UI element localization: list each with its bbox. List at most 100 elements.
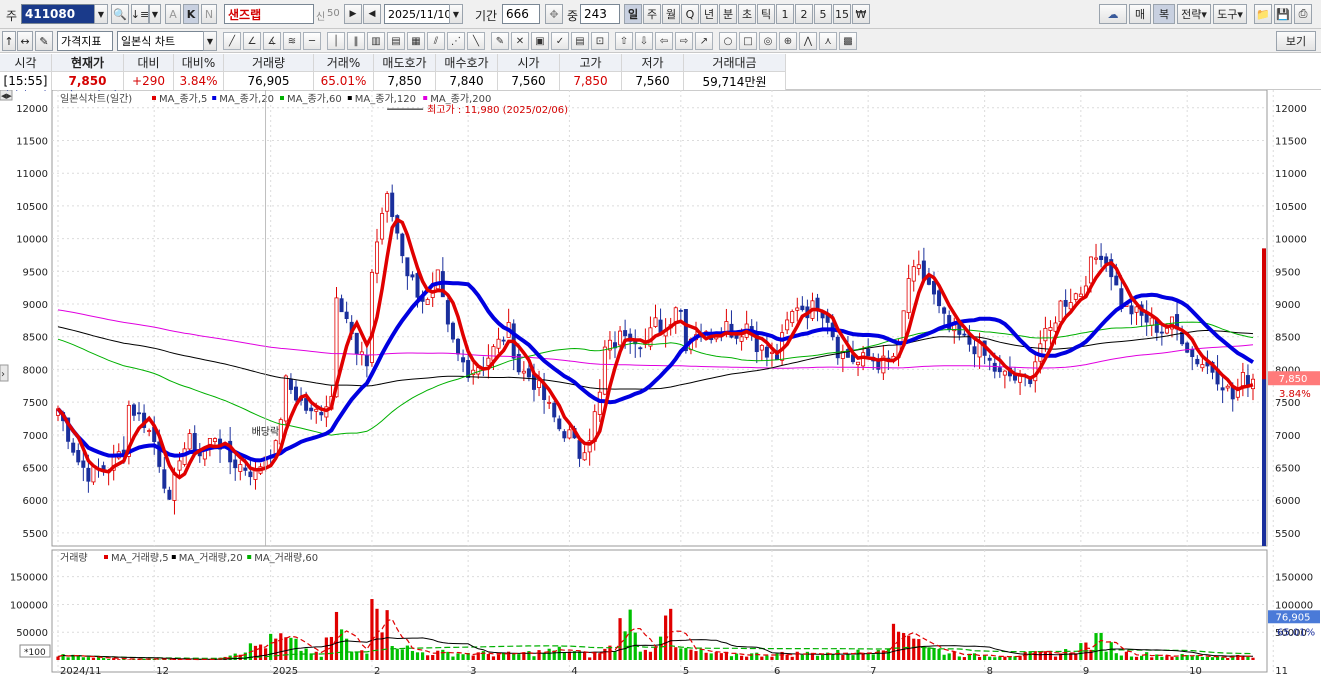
period-tab-10[interactable]: 5 [814,4,832,24]
toolbar-right-button-2[interactable]: 전략▾ [1177,4,1211,24]
candle-body [456,338,461,355]
draw-tool-icon-13[interactable]: ✎ [491,32,509,50]
period-tab-2[interactable]: 월 [662,4,680,24]
prev-button[interactable]: ◀ [363,4,381,24]
indicator-select[interactable]: 가격지표 [57,31,113,51]
draw-tool-icon-1[interactable]: ∠ [243,32,261,50]
period-tab-5[interactable]: 분 [719,4,737,24]
draw-tool-icon-7[interactable]: ▥ [367,32,385,50]
draw-tool-icon-21[interactable]: ⇦ [655,32,673,50]
volume-bar [694,651,698,660]
draw-tool-icon-30[interactable]: ▩ [839,32,857,50]
chart-type-select[interactable]: 일본식 차트 [117,31,205,51]
quote-value-1: 7,850 [52,72,124,90]
draw-tool-icon-24[interactable]: ○ [719,32,737,50]
volume-tick-right: 150000 [1275,573,1313,584]
horizontal-arrow-icon[interactable]: ↔ [17,31,33,51]
sort-dropdown-button[interactable]: ▼ [149,4,161,24]
draw-tool-icon-9[interactable]: ▦ [407,32,425,50]
quote-header-1: 현재가 [52,54,124,72]
search-button[interactable]: 🔍 [111,4,129,24]
more-periods-icon[interactable]: ₩ [852,4,870,24]
a-button[interactable]: A [165,4,181,24]
date-input[interactable]: 2025/11/10 [384,4,451,24]
candle-body [1159,331,1164,334]
period-tab-8[interactable]: 1 [776,4,794,24]
expand-button[interactable]: ✥ [545,4,563,24]
chart-type-dropdown-button[interactable]: ▼ [203,31,217,51]
draw-tool-icon-18[interactable]: ⊡ [591,32,609,50]
draw-tool-icon-28[interactable]: ⋀ [799,32,817,50]
volume-bar [937,649,941,660]
candle-body [410,274,415,278]
price-tick-right: 6000 [1275,496,1300,507]
draw-tool-icon-25[interactable]: □ [739,32,757,50]
k-button[interactable]: K [183,4,199,24]
draw-tool-icon-10[interactable]: ⫽ [427,32,445,50]
print-icon[interactable]: ⎙ [1294,4,1312,24]
candle-body [1048,327,1053,331]
up-arrow-icon[interactable]: ↑ [2,31,16,51]
period-tab-9[interactable]: 2 [795,4,813,24]
stock-code-input[interactable]: 411080 [21,4,97,24]
draw-tool-icon-27[interactable]: ⊕ [779,32,797,50]
period-tab-3[interactable]: Q [681,4,699,24]
candle-body [162,469,167,489]
candle-body [648,327,653,347]
draw-tool-icon-5[interactable]: │ [327,32,345,50]
draw-tool-icon-4[interactable]: ─ [303,32,321,50]
toolbar-right-button-0[interactable]: 매 [1129,4,1151,24]
period-tab-11[interactable]: 15 [833,4,851,24]
draw-tool-icon-14[interactable]: ✕ [511,32,529,50]
x-axis-label: 8 [987,666,993,677]
draw-tool-icon-0[interactable]: ╱ [223,32,241,50]
period-tab-7[interactable]: 틱 [757,4,775,24]
period-tab-4[interactable]: 년 [700,4,718,24]
edit-icon[interactable]: ✎ [35,31,53,51]
stock-chart[interactable]: ◀▶ › 5500 5500 6000 6000 6500 6500 7000 7000 7500 7… [0,90,1321,678]
draw-tool-icon-6[interactable]: ‖ [347,32,365,50]
draw-tool-icon-23[interactable]: ↗ [695,32,713,50]
draw-tool-icon-11[interactable]: ⋰ [447,32,465,50]
count-input[interactable]: 243 [580,4,620,24]
draw-tool-icon-8[interactable]: ▤ [387,32,405,50]
code-dropdown-button[interactable]: ▼ [94,4,108,24]
period-tab-0[interactable]: 일 [624,4,642,24]
candle-body [238,464,243,472]
volume-bar [795,651,799,660]
draw-tool-icon-19[interactable]: ⇧ [615,32,633,50]
draw-tool-icon-22[interactable]: ⇨ [675,32,693,50]
cloud-icon[interactable]: ☁ [1099,4,1127,24]
volume-bar [896,631,901,660]
draw-tool-icon-29[interactable]: ⋏ [819,32,837,50]
save-icon[interactable]: 💾 [1274,4,1292,24]
draw-tool-icon-17[interactable]: ▤ [571,32,589,50]
draw-tool-icon-20[interactable]: ⇩ [635,32,653,50]
period-input[interactable]: 666 [502,4,540,24]
draw-tool-icon-15[interactable]: ▣ [531,32,549,50]
date-dropdown-button[interactable]: ▼ [449,4,463,24]
sort-button[interactable]: ↓≡ [131,4,149,24]
credit-value: 50 [327,8,340,19]
draw-tool-icon-26[interactable]: ◎ [759,32,777,50]
draw-tool-icon-16[interactable]: ✓ [551,32,569,50]
volume-bar [709,653,713,660]
count-label: 중 [567,9,579,23]
candle-body [354,332,359,355]
view-button[interactable]: 보기 [1276,31,1316,51]
toolbar-right-button-3[interactable]: 도구▾ [1213,4,1247,24]
candle-body [243,467,248,471]
period-tab-1[interactable]: 주 [643,4,661,24]
draw-tool-icon-3[interactable]: ≋ [283,32,301,50]
volume-bar [76,655,80,660]
draw-tool-icon-2[interactable]: ∡ [263,32,281,50]
candle-body [319,412,324,416]
toolbar-right-button-1[interactable]: 복 [1153,4,1175,24]
price-legend-label: MA_종가,120 [355,93,416,105]
folder-icon[interactable]: 📁 [1254,4,1272,24]
x-axis-label: 10 [1189,666,1202,677]
next-button[interactable]: ▶ [344,4,362,24]
n-button[interactable]: N [201,4,217,24]
period-tab-6[interactable]: 초 [738,4,756,24]
draw-tool-icon-12[interactable]: ╲ [467,32,485,50]
